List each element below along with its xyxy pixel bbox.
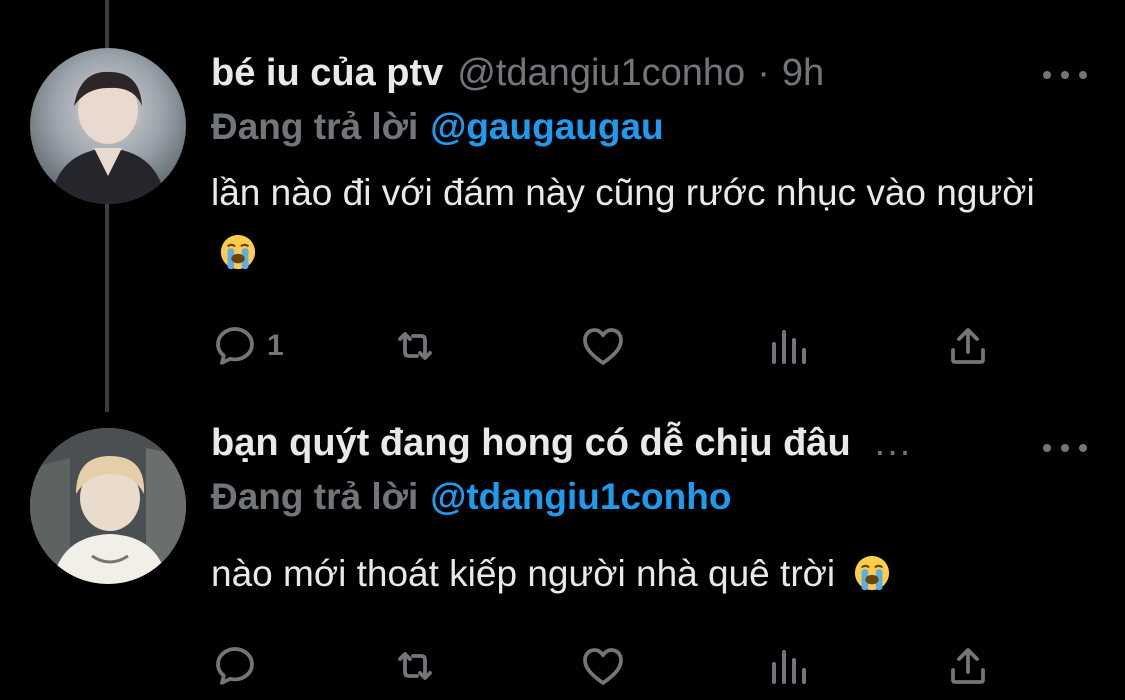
- avatar[interactable]: [30, 428, 186, 584]
- display-name[interactable]: bạn quýt đang hong có dễ chịu đâu: [211, 422, 851, 465]
- tweet[interactable]: bé iu của ptv @tdangiu1conho · 9h Đang t…: [0, 0, 1125, 410]
- like-button[interactable]: [579, 316, 627, 376]
- reply-icon: [216, 647, 254, 685]
- share-button[interactable]: [944, 316, 992, 376]
- loudly-crying-face-icon: [220, 234, 256, 270]
- loudly-crying-face-icon: [855, 555, 890, 591]
- tweet-header: bé iu của ptv @tdangiu1conho · 9h: [211, 52, 824, 102]
- retweet-icon: [398, 332, 432, 360]
- separator: ·: [757, 52, 770, 94]
- views-button[interactable]: [764, 636, 812, 696]
- avatar-image: [30, 428, 186, 584]
- user-handle[interactable]: @tdangiu1conho: [457, 52, 745, 95]
- share-button[interactable]: [944, 636, 992, 696]
- timestamp[interactable]: 9h: [782, 52, 824, 95]
- reply-button[interactable]: [211, 636, 259, 696]
- tweet-text: lần nào đi với đám này cũng rước nhục và…: [211, 163, 1071, 283]
- views-button[interactable]: [764, 316, 812, 376]
- like-icon: [583, 328, 623, 365]
- avatar-image: [50, 71, 166, 204]
- mention-link[interactable]: @gaugaugau: [430, 106, 663, 147]
- replying-to: Đang trả lời @gaugaugau: [211, 106, 664, 148]
- tweet-text: nào mới thoát kiếp người nhà quê trời: [211, 544, 1071, 604]
- tweet-actions: [211, 636, 1011, 696]
- reply-icon: [216, 327, 254, 365]
- views-icon: [772, 650, 806, 684]
- display-name[interactable]: bé iu của ptv: [211, 52, 443, 95]
- retweet-button[interactable]: [391, 636, 439, 696]
- avatar[interactable]: [30, 48, 186, 204]
- reply-count: 1: [267, 329, 284, 362]
- tweet[interactable]: bạn quýt đang hong có dễ chịu đâu ... Đa…: [0, 410, 1125, 700]
- share-icon: [951, 328, 985, 364]
- more-icon[interactable]: [1043, 65, 1087, 85]
- name-truncation: ...: [874, 422, 913, 464]
- mention-link[interactable]: @tdangiu1conho: [430, 476, 731, 517]
- retweet-button[interactable]: [391, 316, 439, 376]
- tweet-actions: 1: [211, 316, 1011, 376]
- retweet-icon: [398, 652, 432, 680]
- more-icon[interactable]: [1043, 438, 1087, 458]
- replying-to: Đang trả lời @tdangiu1conho: [211, 476, 731, 518]
- share-icon: [951, 648, 985, 684]
- views-icon: [772, 330, 806, 364]
- replying-to-label: Đang trả lời: [211, 106, 419, 147]
- replying-to-label: Đang trả lời: [211, 476, 419, 517]
- tweet-text-content: lần nào đi với đám này cũng rước nhục và…: [211, 172, 1035, 213]
- like-icon: [583, 648, 623, 685]
- tweet-header: bạn quýt đang hong có dễ chịu đâu ...: [211, 422, 912, 472]
- tweet-text-content: nào mới thoát kiếp người nhà quê trời: [211, 553, 836, 594]
- like-button[interactable]: [579, 636, 627, 696]
- reply-button[interactable]: 1: [211, 316, 284, 376]
